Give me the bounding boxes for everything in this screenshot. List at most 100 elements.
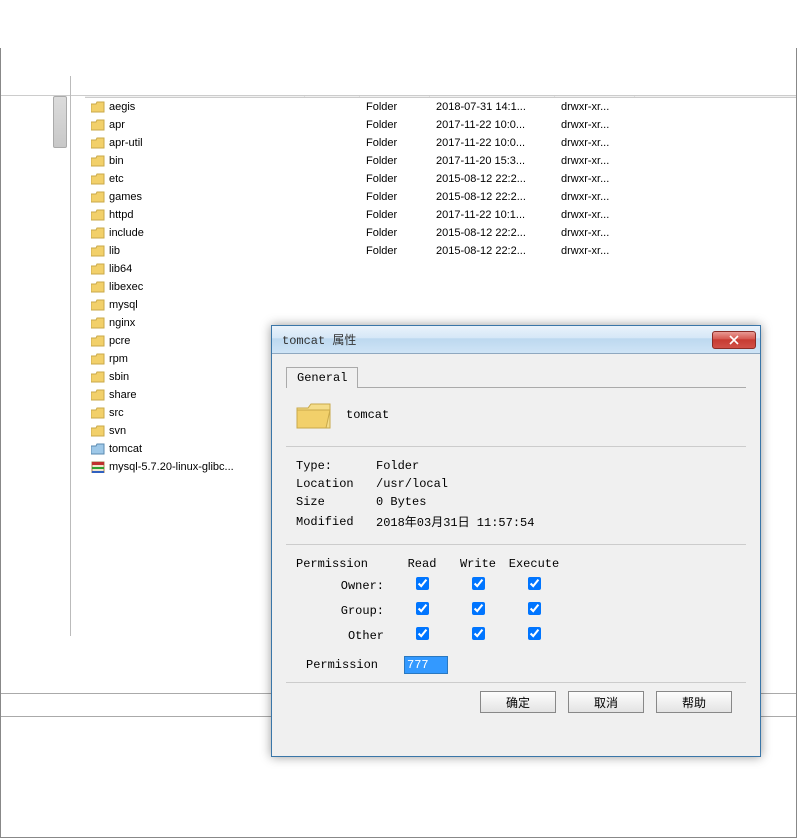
permission-section-label: Permission bbox=[296, 557, 394, 571]
folder-icon bbox=[91, 101, 105, 113]
modified-value: 2018年03月31日 11:57:54 bbox=[376, 513, 534, 530]
file-type: Folder bbox=[360, 191, 430, 203]
table-row[interactable]: includeFolder2015-08-12 22:2...drwxr-xr.… bbox=[85, 224, 796, 242]
table-row[interactable]: etcFolder2015-08-12 22:2...drwxr-xr... bbox=[85, 170, 796, 188]
file-attr: drwxr-xr... bbox=[555, 173, 635, 185]
table-row[interactable]: httpdFolder2017-11-22 10:1...drwxr-xr... bbox=[85, 206, 796, 224]
ok-button[interactable]: 确定 bbox=[480, 691, 556, 713]
table-row[interactable]: aegis Folder2018-07-31 14:1...drwxr-xr... bbox=[85, 98, 796, 116]
permission-input[interactable] bbox=[404, 656, 448, 674]
file-name: games bbox=[109, 191, 142, 203]
cancel-button[interactable]: 取消 bbox=[568, 691, 644, 713]
type-label: Type: bbox=[296, 459, 376, 473]
tab-strip: General bbox=[286, 366, 746, 388]
file-name: lib bbox=[109, 245, 120, 257]
file-modified: 2018-07-31 14:1... bbox=[430, 101, 555, 113]
folder-icon bbox=[91, 317, 105, 329]
owner-execute-checkbox[interactable] bbox=[528, 577, 541, 590]
table-row[interactable]: games Folder2015-08-12 22:2...drwxr-xr... bbox=[85, 188, 796, 206]
dialog-titlebar[interactable]: tomcat 属性 bbox=[272, 326, 760, 354]
file-type: Folder bbox=[360, 119, 430, 131]
table-row[interactable]: libexec bbox=[85, 278, 796, 296]
file-modified: 2017-11-20 15:3... bbox=[430, 155, 555, 167]
file-type: Folder bbox=[360, 245, 430, 257]
group-execute-checkbox[interactable] bbox=[528, 602, 541, 615]
file-type: Folder bbox=[360, 101, 430, 113]
file-modified: 2017-11-22 10:0... bbox=[430, 119, 555, 131]
help-button[interactable]: 帮助 bbox=[656, 691, 732, 713]
folder-icon bbox=[91, 389, 105, 401]
file-name: lib64 bbox=[109, 263, 132, 275]
file-name: mysql-5.7.20-linux-glibc... bbox=[109, 461, 234, 473]
folder-icon bbox=[91, 281, 105, 293]
file-name: include bbox=[109, 227, 144, 239]
file-type: Folder bbox=[360, 209, 430, 221]
file-type: Folder bbox=[360, 227, 430, 239]
file-name: libexec bbox=[109, 281, 143, 293]
table-row[interactable]: mysql bbox=[85, 296, 796, 314]
folder-icon bbox=[91, 263, 105, 275]
other-execute-checkbox[interactable] bbox=[528, 627, 541, 640]
type-value: Folder bbox=[376, 459, 419, 473]
file-name: src bbox=[109, 407, 124, 419]
dialog-title-text: tomcat 属性 bbox=[282, 331, 356, 348]
group-write-checkbox[interactable] bbox=[472, 602, 485, 615]
file-name: aegis bbox=[109, 101, 135, 113]
left-panel[interactable] bbox=[1, 76, 71, 636]
folder-icon bbox=[91, 173, 105, 185]
folder-icon bbox=[91, 191, 105, 203]
owner-write-checkbox[interactable] bbox=[472, 577, 485, 590]
file-name: bin bbox=[109, 155, 124, 167]
file-attr: drwxr-xr... bbox=[555, 137, 635, 149]
file-attr: drwxr-xr... bbox=[555, 227, 635, 239]
file-name: apr bbox=[109, 119, 125, 131]
tab-general[interactable]: General bbox=[286, 367, 358, 388]
file-name: apr-util bbox=[109, 137, 143, 149]
table-row[interactable]: bin Folder2017-11-20 15:3...drwxr-xr... bbox=[85, 152, 796, 170]
properties-dialog: tomcat 属性 General tomcat Type:Folder Loc… bbox=[271, 325, 761, 757]
size-label: Size bbox=[296, 495, 376, 509]
file-name: httpd bbox=[109, 209, 133, 221]
file-name: nginx bbox=[109, 317, 135, 329]
permission-field-label: Permission bbox=[306, 658, 404, 672]
folder-icon bbox=[91, 209, 105, 221]
file-name: sbin bbox=[109, 371, 129, 383]
folder-icon bbox=[91, 299, 105, 311]
close-button[interactable] bbox=[712, 331, 756, 349]
folder-icon bbox=[91, 407, 105, 419]
folder-icon bbox=[91, 245, 105, 257]
file-name: share bbox=[109, 389, 137, 401]
table-row[interactable]: libFolder2015-08-12 22:2...drwxr-xr... bbox=[85, 242, 796, 260]
group-read-checkbox[interactable] bbox=[416, 602, 429, 615]
table-row[interactable]: lib64 bbox=[85, 260, 796, 278]
table-row[interactable]: aprFolder2017-11-22 10:0...drwxr-xr... bbox=[85, 116, 796, 134]
owner-read-checkbox[interactable] bbox=[416, 577, 429, 590]
file-attr: drwxr-xr... bbox=[555, 101, 635, 113]
location-value: /usr/local bbox=[376, 477, 448, 491]
modified-label: Modified bbox=[296, 515, 376, 529]
file-name: rpm bbox=[109, 353, 128, 365]
other-read-checkbox[interactable] bbox=[416, 627, 429, 640]
other-write-checkbox[interactable] bbox=[472, 627, 485, 640]
file-name: tomcat bbox=[109, 443, 142, 455]
file-attr: drwxr-xr... bbox=[555, 155, 635, 167]
folder-icon bbox=[91, 425, 105, 437]
window-top-area bbox=[1, 48, 796, 96]
archive-icon bbox=[91, 461, 105, 473]
col-write: Write bbox=[450, 557, 506, 571]
row-other-label: Other bbox=[296, 629, 394, 643]
col-read: Read bbox=[394, 557, 450, 571]
file-name: pcre bbox=[109, 335, 130, 347]
folder-icon bbox=[91, 119, 105, 131]
folder-blue-icon bbox=[91, 443, 105, 455]
file-type: Folder bbox=[360, 155, 430, 167]
file-attr: drwxr-xr... bbox=[555, 245, 635, 257]
file-type: Folder bbox=[360, 137, 430, 149]
folder-icon bbox=[91, 227, 105, 239]
file-type: Folder bbox=[360, 173, 430, 185]
table-row[interactable]: apr-utilFolder2017-11-22 10:0...drwxr-xr… bbox=[85, 134, 796, 152]
file-modified: 2015-08-12 22:2... bbox=[430, 191, 555, 203]
folder-icon bbox=[91, 335, 105, 347]
file-attr: drwxr-xr... bbox=[555, 191, 635, 203]
size-value: 0 Bytes bbox=[376, 495, 426, 509]
